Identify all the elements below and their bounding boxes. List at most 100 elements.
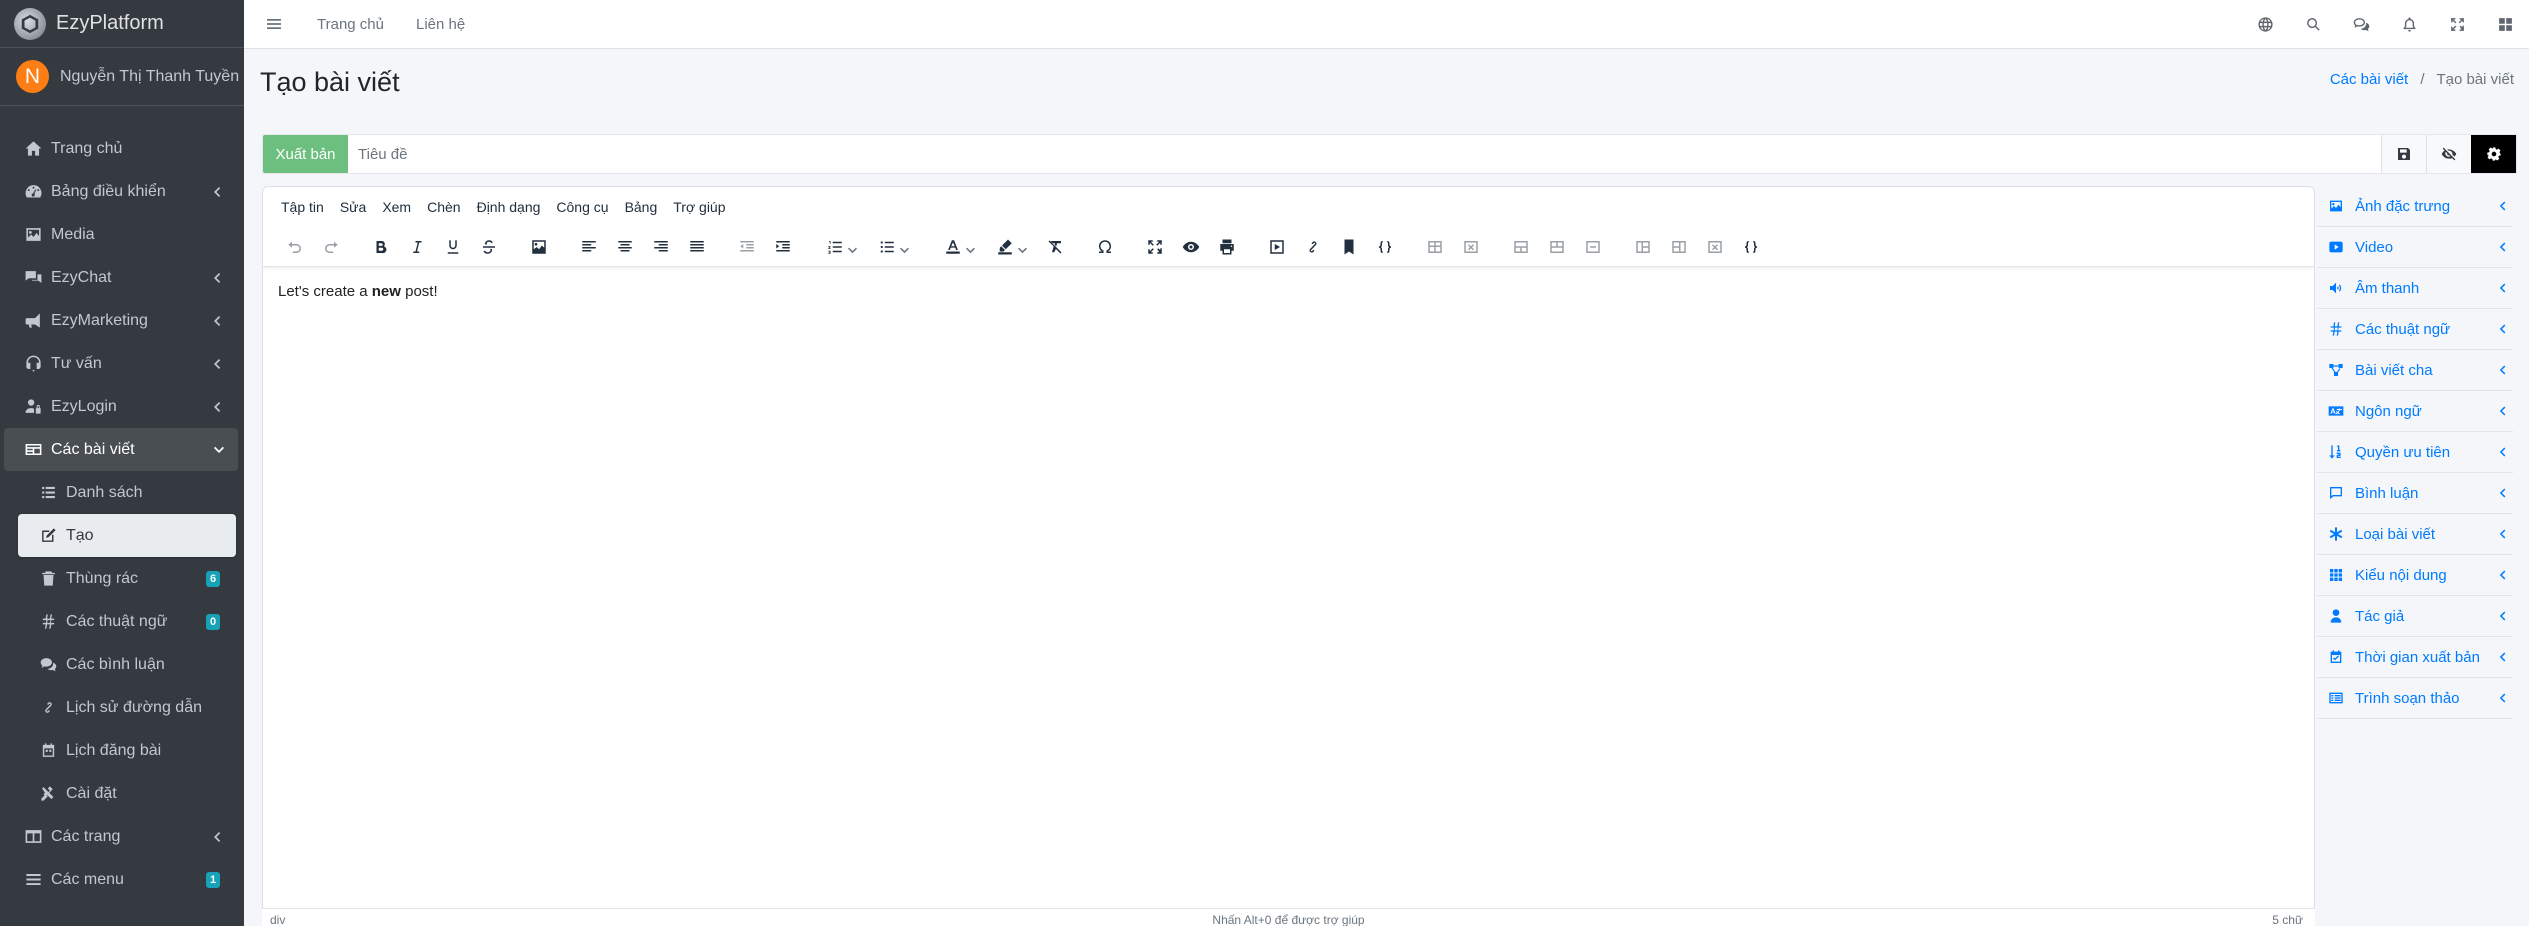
panel-video[interactable]: Video (2317, 227, 2513, 268)
code-view-button[interactable] (1733, 232, 1769, 262)
italic-button[interactable] (399, 232, 435, 262)
undo-button[interactable] (277, 232, 313, 262)
panel-parent-post[interactable]: Bài viết cha (2317, 350, 2513, 391)
post-title-input[interactable] (348, 135, 2381, 173)
sidebar-item-terms[interactable]: Các thuật ngữ 0 (0, 600, 244, 643)
brand-link[interactable]: EzyPlatform (0, 0, 244, 48)
align-left-button[interactable] (571, 232, 607, 262)
columns-icon (22, 827, 44, 846)
sidebar-item-settings[interactable]: Cài đặt (0, 772, 244, 815)
project-diagram-icon (2325, 362, 2347, 378)
insert-media-button[interactable] (1259, 232, 1295, 262)
top-link-home[interactable]: Trang chủ (317, 16, 384, 33)
breadcrumb-link-posts[interactable]: Các bài viết (2330, 71, 2408, 88)
delete-column-button[interactable] (1697, 232, 1733, 262)
insert-column-after-button[interactable] (1661, 232, 1697, 262)
sidebar-item-schedule[interactable]: Lịch đăng bài (0, 729, 244, 772)
save-draft-button[interactable] (2381, 135, 2426, 173)
user-panel[interactable]: N Nguyễn Thị Thanh Tuyền (0, 48, 244, 106)
sidebar-item-comments[interactable]: Các bình luận (0, 643, 244, 686)
special-char-button[interactable] (1087, 232, 1123, 262)
sidebar-item-link-history[interactable]: Lịch sử đường dẫn (0, 686, 244, 729)
indent-button[interactable] (765, 232, 801, 262)
panel-priority[interactable]: Quyền ưu tiên (2317, 432, 2513, 473)
editor-menu-table[interactable]: Bảng (617, 199, 666, 215)
bullet-list-button[interactable] (867, 232, 919, 262)
sidebar-item-ezymarketing[interactable]: EzyMarketing (0, 299, 244, 342)
word-count[interactable]: 5 chữ (2272, 913, 2303, 926)
sidebar-item-list[interactable]: Danh sách (0, 471, 244, 514)
panel-editor[interactable]: Trình soạn thảo (2317, 678, 2513, 719)
editor-menu-insert[interactable]: Chèn (419, 199, 468, 215)
sidebar-item-pages[interactable]: Các trang (0, 815, 244, 858)
sidebar-item-label: EzyMarketing (51, 311, 148, 329)
sidebar-item-trash[interactable]: Thùng rác 6 (0, 557, 244, 600)
panel-featured-image[interactable]: Ảnh đặc trưng (2317, 186, 2513, 227)
sidebar-item-menus[interactable]: Các menu 1 (0, 858, 244, 901)
hamburger-icon[interactable] (266, 15, 284, 33)
justify-button[interactable] (679, 232, 715, 262)
editor-menu-view[interactable]: Xem (374, 199, 419, 215)
align-center-button[interactable] (607, 232, 643, 262)
publish-button[interactable]: Xuất bản (263, 135, 348, 173)
panel-language[interactable]: Ngôn ngữ (2317, 391, 2513, 432)
insert-row-after-button[interactable] (1539, 232, 1575, 262)
sidebar-item-create[interactable]: Tạo (18, 514, 236, 557)
editor-content-area[interactable]: Let's create a new post! (263, 267, 2314, 316)
fullscreen-icon[interactable] (2433, 0, 2481, 49)
panel-audio[interactable]: Âm thanh (2317, 268, 2513, 309)
chevron-down-icon (1017, 242, 1027, 254)
strikethrough-button[interactable] (471, 232, 507, 262)
messages-icon[interactable] (2337, 0, 2385, 49)
hide-post-button[interactable] (2426, 135, 2471, 173)
sidebar-item-ezychat[interactable]: EzyChat (0, 256, 244, 299)
bold-button[interactable] (363, 232, 399, 262)
sidebar-item-media[interactable]: Media (0, 213, 244, 256)
align-right-button[interactable] (643, 232, 679, 262)
underline-button[interactable] (435, 232, 471, 262)
sidebar-item-ezylogin[interactable]: EzyLogin (0, 385, 244, 428)
delete-row-button[interactable] (1575, 232, 1611, 262)
panel-post-type[interactable]: Loại bài viết (2317, 514, 2513, 555)
insert-image-button[interactable] (521, 232, 557, 262)
panel-publish-time[interactable]: Thời gian xuất bản (2317, 637, 2513, 678)
sidebar-item-posts[interactable]: Các bài viết (4, 428, 238, 471)
sidebar-item-tuvan[interactable]: Tư vấn (0, 342, 244, 385)
numbered-list-button[interactable] (815, 232, 867, 262)
panel-comments[interactable]: Bình luận (2317, 473, 2513, 514)
print-button[interactable] (1209, 232, 1245, 262)
text-color-button[interactable] (933, 232, 985, 262)
element-path[interactable]: div (270, 913, 285, 926)
globe-icon[interactable] (2241, 0, 2289, 49)
outdent-button[interactable] (729, 232, 765, 262)
editor-menu-help[interactable]: Trợ giúp (665, 199, 733, 215)
sidebar-item-dashboard[interactable]: Bảng điều khiển (0, 170, 244, 213)
table-properties-button[interactable] (1417, 232, 1453, 262)
search-icon[interactable] (2289, 0, 2337, 49)
insert-link-button[interactable] (1295, 232, 1331, 262)
bell-icon[interactable] (2385, 0, 2433, 49)
insert-column-before-button[interactable] (1625, 232, 1661, 262)
fullscreen-editor-button[interactable] (1137, 232, 1173, 262)
delete-table-button[interactable] (1453, 232, 1489, 262)
bookmark-button[interactable] (1331, 232, 1367, 262)
insert-row-before-button[interactable] (1503, 232, 1539, 262)
editor-menu-format[interactable]: Định dạng (469, 199, 549, 215)
apps-grid-icon[interactable] (2481, 0, 2529, 49)
preview-button[interactable] (1173, 232, 1209, 262)
redo-button[interactable] (313, 232, 349, 262)
panel-terms[interactable]: Các thuật ngữ (2317, 309, 2513, 350)
sidebar-item-home[interactable]: Trang chủ (0, 127, 244, 170)
panel-content-type[interactable]: Kiểu nội dung (2317, 555, 2513, 596)
panel-author[interactable]: Tác giả (2317, 596, 2513, 637)
clear-format-button[interactable] (1037, 232, 1073, 262)
code-sample-button[interactable] (1367, 232, 1403, 262)
editor-menu-file[interactable]: Tập tin (273, 199, 332, 215)
sidebar-item-label: Bảng điều khiển (51, 182, 166, 200)
settings-button[interactable] (2471, 135, 2516, 173)
editor-menu-tools[interactable]: Công cụ (548, 199, 616, 215)
headset-icon (22, 354, 44, 373)
editor-menu-edit[interactable]: Sửa (332, 199, 375, 215)
top-link-contact[interactable]: Liên hệ (416, 16, 465, 33)
highlight-color-button[interactable] (985, 232, 1037, 262)
